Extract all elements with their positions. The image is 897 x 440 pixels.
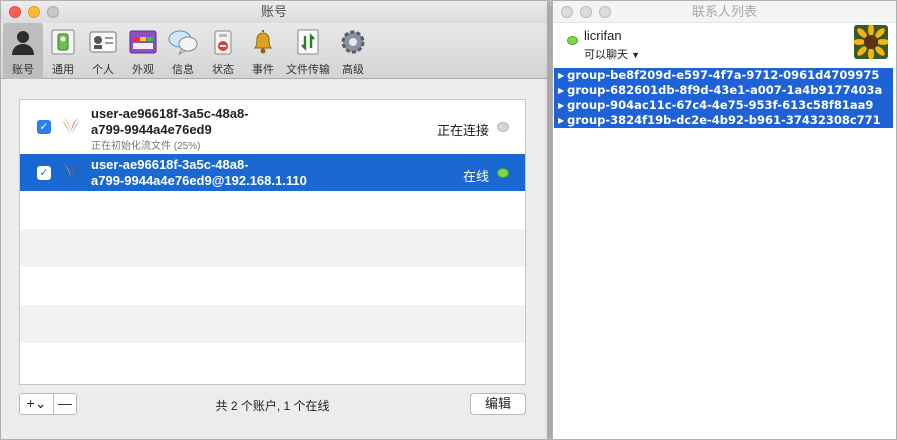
offline-status-bubble-icon: [497, 122, 509, 132]
account-enabled-checkbox[interactable]: ✓: [37, 166, 51, 180]
account-progress-text: 正在初始化流文件 (25%): [91, 141, 201, 152]
close-window-button[interactable]: [561, 6, 573, 18]
close-window-button[interactable]: [9, 6, 21, 18]
tab-personal[interactable]: 个人: [83, 23, 123, 79]
contacts-window: 联系人列表 licrifan 可以聊天 ▼ ▶ group-be8f209d-e5…: [552, 0, 897, 440]
tab-events[interactable]: 事件: [243, 23, 283, 79]
accounts-window: 账号 账号 通用 个人 外观 信息 状态 事件 文件传输 高级 ✓ user-a…: [0, 0, 548, 440]
account-status-label: 在线: [462, 169, 489, 184]
empty-row: [20, 267, 525, 305]
my-status-dropdown[interactable]: 可以聊天 ▼: [584, 46, 640, 62]
contact-groups-list: ▶ group-be8f209d-e597-4f7a-9712-0961d4709…: [554, 68, 893, 128]
account-silhouette-icon: [8, 27, 38, 57]
empty-row: [20, 229, 525, 267]
chevron-down-icon: ▼: [631, 50, 640, 60]
empty-row: [20, 191, 525, 229]
minimize-window-button[interactable]: [28, 6, 40, 18]
titlebar[interactable]: 联系人列表: [553, 1, 896, 23]
account-protocol-logo-icon: [60, 164, 82, 184]
tab-file-transfer[interactable]: 文件传输: [283, 23, 333, 79]
online-status-bubble-icon: [497, 168, 509, 178]
titlebar[interactable]: 账号: [1, 1, 547, 23]
minimize-window-button[interactable]: [580, 6, 592, 18]
disclosure-triangle-icon[interactable]: ▶: [558, 113, 564, 128]
account-status-label: 正在连接: [436, 123, 489, 138]
available-status-icon: [567, 36, 578, 45]
account-name: user-ae96618f-3a5c-48a8- a799-9944a4e76e…: [91, 157, 307, 188]
account-row[interactable]: ✓ user-ae96618f-3a5c-48a8- a799-9944a4e7…: [20, 100, 525, 154]
disclosure-triangle-icon[interactable]: ▶: [558, 98, 564, 113]
event-bell-icon: [248, 27, 278, 57]
my-status-area: licrifan 可以聊天 ▼: [553, 23, 896, 67]
empty-row: [20, 305, 525, 343]
zoom-window-button[interactable]: [599, 6, 611, 18]
personal-card-icon: [88, 27, 118, 57]
sunflower-avatar-icon[interactable]: [854, 25, 888, 59]
tab-advanced[interactable]: 高级: [333, 23, 373, 79]
accounts-list: ✓ user-ae96618f-3a5c-48a8- a799-9944a4e7…: [19, 99, 526, 385]
tab-accounts[interactable]: 账号: [3, 23, 43, 79]
appearance-palette-icon: [128, 27, 158, 57]
group-row[interactable]: ▶ group-682601db-8f9d-43e1-a007-1a4b91774…: [554, 83, 893, 98]
tab-messages[interactable]: 信息: [163, 23, 203, 79]
edit-button[interactable]: 编辑: [470, 393, 526, 415]
account-enabled-checkbox[interactable]: ✓: [37, 120, 51, 134]
group-row[interactable]: ▶ group-3824f19b-dc2e-4b92-b961-37432308c…: [554, 113, 893, 128]
status-lock-icon: [208, 27, 238, 57]
account-name: user-ae96618f-3a5c-48a8- a799-9944a4e76e…: [91, 106, 249, 137]
disclosure-triangle-icon[interactable]: ▶: [558, 83, 564, 98]
group-row[interactable]: ▶ group-be8f209d-e597-4f7a-9712-0961d4709…: [554, 68, 893, 83]
accounts-summary: 共 2 个账户, 1 个在线: [215, 399, 330, 413]
message-bubble-icon: [168, 27, 198, 57]
group-row[interactable]: ▶ group-904ac11c-67c4-4e75-953f-613c58f81…: [554, 98, 893, 113]
window-title: 联系人列表: [691, 4, 757, 19]
file-transfer-icon: [293, 27, 323, 57]
preferences-toolbar: 账号 通用 个人 外观 信息 状态 事件 文件传输 高级: [1, 23, 547, 79]
tab-appearance[interactable]: 外观: [123, 23, 163, 79]
account-row-selected[interactable]: ✓ user-ae96618f-3a5c-48a8- a799-9944a4e7…: [20, 154, 525, 191]
tab-status[interactable]: 状态: [203, 23, 243, 79]
account-protocol-logo-icon: [60, 118, 82, 138]
advanced-gear-icon: [338, 27, 368, 57]
zoom-window-button[interactable]: [47, 6, 59, 18]
disclosure-triangle-icon[interactable]: ▶: [558, 68, 564, 83]
general-switch-icon: [48, 27, 78, 57]
window-title: 账号: [260, 4, 287, 19]
accounts-bottom-bar: +⌄ — 共 2 个账户, 1 个在线 编辑: [19, 393, 526, 417]
tab-general[interactable]: 通用: [43, 23, 83, 79]
my-name[interactable]: licrifan: [584, 28, 622, 43]
